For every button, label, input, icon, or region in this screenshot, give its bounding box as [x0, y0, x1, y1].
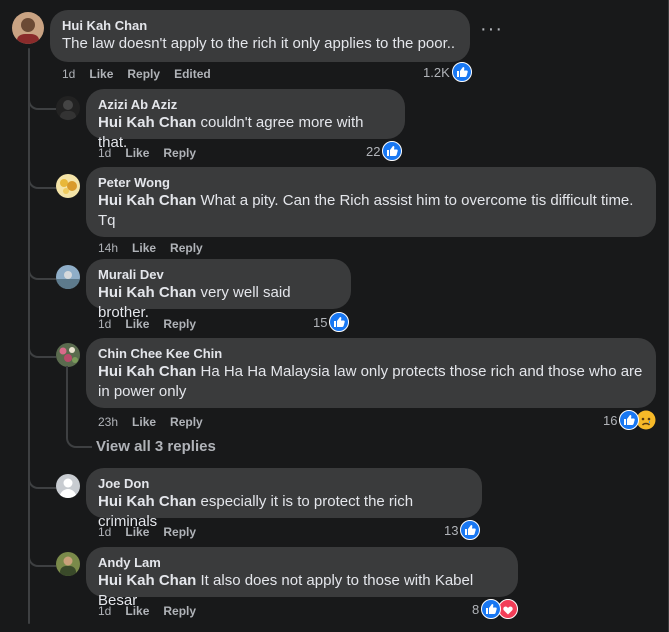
avatar[interactable]	[12, 12, 44, 44]
sad-reaction-icon	[636, 410, 656, 430]
thread-connector	[28, 266, 56, 280]
reaction-summary[interactable]: 1.2K	[423, 62, 472, 82]
avatar[interactable]	[56, 474, 80, 498]
more-options-icon[interactable]: ···	[480, 19, 503, 39]
mention-link[interactable]: Hui Kah Chan	[98, 363, 196, 380]
reply-actions: 14h Like Reply	[98, 241, 203, 255]
comment-bubble: Hui Kah Chan The law doesn't apply to th…	[50, 10, 470, 62]
like-button[interactable]: Like	[132, 415, 156, 429]
reply-author[interactable]: Joe Don	[98, 476, 470, 492]
reply-actions: 1d Like Reply	[98, 146, 196, 160]
reply-time[interactable]: 1d	[98, 604, 111, 618]
reply-button[interactable]: Reply	[170, 241, 203, 255]
reaction-count: 16	[603, 412, 618, 428]
avatar[interactable]	[56, 343, 80, 367]
reaction-summary[interactable]: 15	[313, 312, 350, 332]
reaction-count: 22	[366, 143, 381, 159]
comment-author[interactable]: Hui Kah Chan	[62, 18, 458, 34]
reply-time[interactable]: 1d	[98, 317, 111, 331]
reply-time[interactable]: 14h	[98, 241, 118, 255]
like-reaction-icon	[329, 312, 350, 332]
thread-connector	[28, 96, 56, 110]
like-reaction-icon	[451, 62, 472, 82]
reply-author[interactable]: Chin Chee Kee Chin	[98, 346, 644, 362]
reaction-summary[interactable]: 22	[366, 141, 403, 161]
reply-actions: 1d Like Reply	[98, 317, 196, 331]
reply-button[interactable]: Reply	[163, 317, 196, 331]
thread-connector	[28, 175, 56, 189]
reply-author[interactable]: Murali Dev	[98, 267, 339, 283]
avatar[interactable]	[56, 96, 80, 120]
mention-link[interactable]: Hui Kah Chan	[98, 284, 196, 301]
like-reaction-icon	[382, 141, 403, 161]
like-reaction-icon	[619, 410, 640, 430]
reply-time[interactable]: 1d	[98, 146, 111, 160]
reaction-count: 15	[313, 314, 328, 330]
reply-button[interactable]: Reply	[163, 604, 196, 618]
thread-connector	[28, 344, 56, 358]
like-button[interactable]: Like	[132, 241, 156, 255]
reply-bubble: Andy Lam Hui Kah Chan It also does not a…	[86, 547, 518, 609]
like-button[interactable]: Like	[125, 317, 149, 331]
view-replies-link[interactable]: View all 3 replies	[96, 438, 216, 455]
mention-link[interactable]: Hui Kah Chan	[98, 114, 196, 131]
thread-connector	[28, 553, 56, 567]
reply-bubble: Joe Don Hui Kah Chan especially it is to…	[86, 468, 482, 530]
reply-actions: 1d Like Reply	[98, 525, 196, 539]
reply-button[interactable]: Reply	[163, 525, 196, 539]
avatar[interactable]	[56, 265, 80, 289]
avatar[interactable]	[56, 174, 80, 198]
like-reaction-icon	[460, 520, 481, 540]
reply-bubble: Chin Chee Kee Chin Hui Kah Chan Ha Ha Ha…	[86, 338, 656, 408]
thread-line	[28, 48, 30, 624]
comment-actions: 1d Like Reply Edited	[62, 67, 211, 81]
mention-link[interactable]: Hui Kah Chan	[98, 192, 196, 209]
sub-thread-connector	[66, 432, 92, 448]
reply-button[interactable]: Reply	[170, 415, 203, 429]
reaction-count: 13	[444, 522, 459, 538]
reaction-summary[interactable]: 8	[472, 599, 519, 619]
reply-time[interactable]: 23h	[98, 415, 118, 429]
like-reaction-icon	[481, 599, 502, 619]
reply-text: Hui Kah Chan Ha Ha Ha Malaysia law only …	[98, 362, 644, 401]
like-button[interactable]: Like	[89, 67, 113, 81]
mention-link[interactable]: Hui Kah Chan	[98, 572, 196, 589]
thread-connector	[28, 475, 56, 489]
like-button[interactable]: Like	[125, 146, 149, 160]
sub-thread-line	[66, 366, 68, 438]
reply-author[interactable]: Andy Lam	[98, 555, 506, 571]
comment-text: The law doesn't apply to the rich it onl…	[62, 35, 456, 52]
edited-label: Edited	[174, 67, 211, 81]
reaction-summary[interactable]: 13	[444, 520, 481, 540]
reply-actions: 23h Like Reply	[98, 415, 203, 429]
reaction-count: 1.2K	[423, 64, 450, 80]
reply-button[interactable]: Reply	[163, 146, 196, 160]
mention-link[interactable]: Hui Kah Chan	[98, 493, 196, 510]
reply-button[interactable]: Reply	[127, 67, 160, 81]
reply-author[interactable]: Azizi Ab Aziz	[98, 97, 393, 113]
reply-time[interactable]: 1d	[98, 525, 111, 539]
love-reaction-icon	[498, 599, 519, 619]
reply-text: Hui Kah Chan What a pity. Can the Rich a…	[98, 191, 644, 230]
comment-time[interactable]: 1d	[62, 67, 75, 81]
reply-actions: 1d Like Reply	[98, 604, 196, 618]
reply-bubble: Azizi Ab Aziz Hui Kah Chan couldn't agre…	[86, 89, 405, 151]
reply-bubble: Murali Dev Hui Kah Chan very well said b…	[86, 259, 351, 321]
like-button[interactable]: Like	[125, 604, 149, 618]
like-button[interactable]: Like	[125, 525, 149, 539]
reaction-summary[interactable]: 16	[603, 410, 656, 430]
reply-author[interactable]: Peter Wong	[98, 175, 644, 191]
avatar[interactable]	[56, 552, 80, 576]
reply-bubble: Peter Wong Hui Kah Chan What a pity. Can…	[86, 167, 656, 237]
reaction-count: 8	[472, 601, 480, 617]
